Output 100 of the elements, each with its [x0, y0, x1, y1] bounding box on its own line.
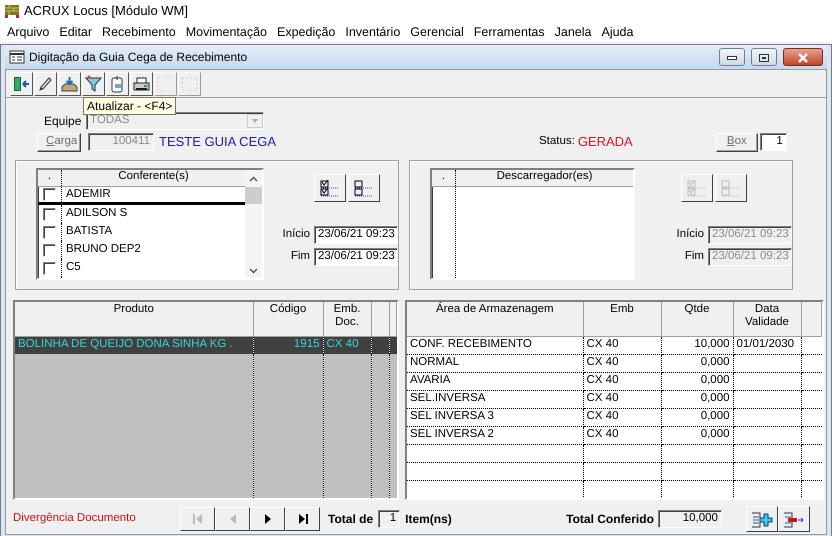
table-cell: CX 40 — [583, 408, 661, 426]
menu-item[interactable]: Ferramentas — [468, 22, 550, 42]
door-exit-icon — [12, 75, 31, 93]
table-cell: SEL.INVERSA — [407, 390, 583, 408]
column-header: Emb — [583, 302, 661, 336]
checklist-checked-icon — [686, 178, 708, 198]
funnel-icon — [84, 75, 103, 93]
toolbar-button[interactable] — [58, 72, 81, 96]
checklist-empty-icon — [353, 178, 375, 198]
column-header: Emb. Doc. — [323, 302, 371, 336]
table-cell: 0,000 — [661, 372, 733, 390]
table-cell: CONF. RECEBIMENTO — [407, 336, 583, 354]
action-button[interactable] — [746, 506, 778, 532]
date-time-field[interactable]: 23/06/21 09:23 — [314, 226, 398, 244]
window-title: Digitação da Guia Cega de Recebimento — [29, 50, 248, 64]
scrollbar[interactable] — [245, 170, 262, 278]
load-button[interactable]: Carga — [37, 132, 81, 152]
scroll-up-icon[interactable] — [249, 176, 258, 182]
table-cell: CX 40 — [583, 354, 661, 372]
column-header: . — [432, 170, 456, 186]
table-cell: CX 40 — [323, 336, 371, 354]
table-cell: CX 40 — [583, 426, 661, 444]
maximize-icon — [759, 54, 769, 62]
navigation-button[interactable] — [285, 507, 320, 531]
table-cell: AVARIA — [407, 372, 583, 390]
table-cell: CX 40 — [583, 372, 661, 390]
toolbar-button[interactable] — [34, 72, 57, 96]
exit-item-icon — [782, 510, 806, 528]
clear-all-button[interactable] — [348, 174, 380, 202]
select-all-button[interactable] — [314, 174, 346, 202]
scroll-down-icon[interactable] — [249, 268, 258, 274]
menu-item[interactable]: Recebimento — [97, 22, 181, 42]
list-item[interactable]: BATISTA — [62, 223, 112, 241]
menu-item[interactable]: Movimentação — [180, 22, 272, 42]
add-item-icon — [750, 510, 774, 528]
checklist-checked-icon — [319, 178, 341, 198]
status-message: Divergência Documento — [13, 512, 137, 526]
menu-item[interactable]: Gerencial — [405, 22, 469, 42]
action-button[interactable] — [778, 506, 810, 532]
minimize-icon — [727, 56, 737, 60]
items-label: Item(ns) — [405, 512, 453, 526]
toolbar-button[interactable] — [106, 72, 129, 96]
menu-item[interactable]: Ajuda — [596, 22, 638, 42]
close-icon — [797, 52, 809, 63]
table-cell: 0,000 — [661, 354, 733, 372]
field-label: Fim — [684, 250, 704, 264]
checklist-empty-icon — [720, 178, 742, 198]
list-item[interactable]: BRUNO DEP2 — [62, 241, 141, 259]
menu-item[interactable]: Editar — [54, 22, 98, 42]
navigation-button[interactable] — [250, 507, 285, 531]
close-button[interactable] — [783, 48, 823, 66]
date-time-field[interactable]: 23/06/21 09:23 — [314, 248, 398, 266]
table-cell: 0,000 — [661, 426, 733, 444]
toolbar-button[interactable] — [82, 72, 105, 96]
column-header: Conferente(s) — [117, 170, 190, 184]
column-header: Produto — [15, 302, 253, 336]
total-checked-field[interactable]: 10,000 — [658, 510, 722, 528]
column-header: Qtde — [661, 302, 733, 336]
total-field[interactable]: 1 — [378, 510, 400, 528]
table-cell: 1915 — [253, 336, 323, 354]
table-cell: CX 40 — [583, 336, 661, 354]
total-label: Total de — [328, 512, 374, 526]
menu-item[interactable]: Expedição — [272, 22, 340, 42]
minimize-button[interactable] — [719, 48, 745, 66]
menu-item[interactable]: Janela — [550, 22, 596, 42]
dashed-frame-icon — [180, 75, 199, 93]
dashed-bracket-icon — [156, 75, 175, 93]
table-cell: 0,000 — [661, 408, 733, 426]
checkbox[interactable] — [43, 188, 56, 201]
table-cell: 10,000 — [661, 336, 733, 354]
field-label: Início — [676, 228, 704, 242]
first-record-icon — [190, 512, 204, 526]
status-value: GERADA — [578, 134, 634, 150]
scrollbar-thumb[interactable] — [245, 187, 262, 204]
table-cell: 01/01/2030 — [733, 336, 801, 354]
toolbar-button[interactable] — [10, 72, 33, 96]
load-description: TESTE GUIA CEGA — [159, 134, 278, 150]
column-header: Descarregador(es) — [496, 170, 594, 184]
column-header: Código — [253, 302, 323, 336]
list-item[interactable]: ADILSON S — [62, 205, 128, 223]
column-header: Área de Armazenagem — [407, 302, 583, 336]
field-label: Equipe — [44, 114, 82, 128]
menu-item[interactable]: Inventário — [340, 22, 406, 42]
table-cell: SEL INVERSA 3 — [407, 408, 583, 426]
table-cell: 0,000 — [661, 390, 733, 408]
table-cell: SEL INVERSA 2 — [407, 426, 583, 444]
app-logo-icon — [4, 3, 20, 19]
column-header: Data Validade — [733, 302, 801, 336]
total-checked-label: Total Conferido — [566, 512, 654, 526]
app-title: ACRUX Locus [Módulo WM] — [24, 3, 188, 19]
maximize-button[interactable] — [751, 48, 777, 66]
list-item[interactable]: ADEMIR — [62, 187, 111, 202]
table-cell[interactable]: BOLINHA DE QUEIJO DONA SINHA KG . — [15, 336, 253, 354]
toolbar-button[interactable] — [130, 72, 153, 96]
list-item[interactable]: C5 — [62, 259, 81, 277]
field-label: Início — [282, 228, 310, 242]
window-icon — [9, 50, 25, 64]
box-field[interactable]: 1 — [760, 133, 787, 151]
box-button[interactable]: Box — [716, 132, 758, 152]
menu-item[interactable]: Arquivo — [2, 22, 54, 42]
